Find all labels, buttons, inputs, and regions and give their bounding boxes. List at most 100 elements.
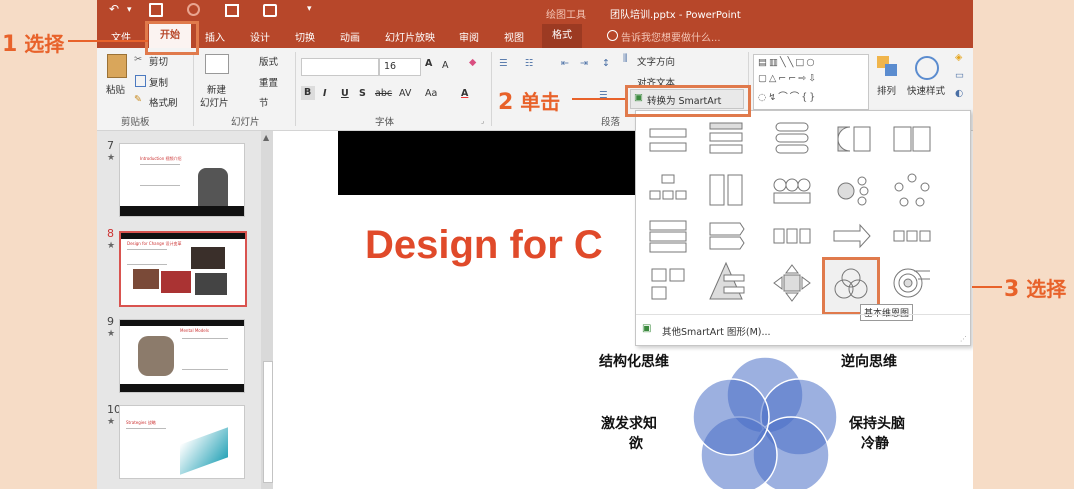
cut-button[interactable]: 剪切 [149,54,168,68]
smartart-stacked-list[interactable] [772,121,812,155]
shape-outline-icon[interactable]: ▭ [955,70,964,81]
italic-icon[interactable]: I [323,88,327,99]
venn-label-ml-2[interactable]: 欲 [629,433,643,453]
copy-button[interactable]: 复制 [149,75,168,89]
copy-icon[interactable] [135,75,146,87]
callout-2-text: 单击 [520,90,561,114]
smartart-table-list[interactable] [706,173,746,207]
decrease-indent-icon[interactable]: ⇤ [561,58,569,69]
smartart-trapezoid-list[interactable] [832,121,872,155]
font-size-combo[interactable]: 16 [379,58,421,76]
smartart-picture-list[interactable] [772,173,812,207]
increase-indent-icon[interactable]: ⇥ [580,58,588,69]
slide-title[interactable]: Design for C [365,223,603,268]
slide-thumbnail-8[interactable]: Design for Change 设计变革 [119,231,247,307]
start-from-beginning-icon[interactable] [225,4,239,17]
venn-label-tl[interactable]: 结构化思维 [599,351,669,371]
smartart-basic-timeline[interactable] [892,219,932,253]
font-name-combo[interactable] [301,58,379,76]
format-painter-button[interactable]: 格式刷 [149,95,178,109]
shapes-gallery[interactable]: ▤▥╲╲□○ ▢△⌐⌐⇨⇩ ◌↯⌒⌒{} [753,54,869,110]
more-smartart-button[interactable]: 其他SmartArt 图形(M)... [662,324,771,338]
redo-icon[interactable] [187,3,200,16]
tab-review[interactable]: 审阅 [459,29,479,44]
format-painter-icon[interactable]: ✎ [134,94,142,105]
venn-label-ml[interactable]: 激发求知 [601,413,657,433]
text-direction-button[interactable]: 文字方向 [637,54,675,68]
smartart-picture-grid[interactable] [648,267,688,301]
shape-effects-icon[interactable]: ◐ [955,88,963,99]
venn-label-tr[interactable]: 逆向思维 [841,351,897,371]
customize-toolbar-icon[interactable]: ▾ [307,4,312,14]
line-spacing-icon[interactable]: ↕ [602,58,610,69]
section-button[interactable]: 节 [259,95,269,109]
paste-label[interactable]: 粘贴 [106,82,125,96]
smartart-vertical-bullet-list[interactable] [706,121,746,155]
smartart-horizontal-bullet-list[interactable] [892,123,932,157]
bullets-icon[interactable]: ☰ [499,58,508,69]
underline-icon[interactable]: U [341,88,349,99]
tab-view[interactable]: 视图 [504,29,524,44]
clear-formatting-icon[interactable]: ◆ [469,57,476,68]
bold-icon[interactable]: B [301,86,315,100]
clipboard-group-label: 剪贴板 [121,117,150,128]
new-slide-label[interactable]: 新建 [207,82,226,96]
smartart-pyramid[interactable] [706,261,746,301]
venn-label-mr[interactable]: 保持头脑 [849,413,905,433]
slide-number: 7 [107,139,114,152]
shrink-font-icon[interactable]: A [442,60,449,71]
strikethrough-icon[interactable]: abc [375,88,392,99]
paste-icon[interactable] [107,54,127,78]
smartart-target[interactable] [892,265,932,299]
smartart-process[interactable] [772,219,812,253]
cut-icon[interactable]: ✂ [134,54,142,65]
smartart-chevron-list[interactable] [648,219,688,253]
venn-diagram[interactable] [673,347,857,489]
thumbnail-scrollbar[interactable]: ▲ [261,131,273,489]
undo-icon[interactable]: ↶ [109,2,119,16]
smartart-basic-block-list[interactable] [648,123,688,157]
tab-transitions[interactable]: 切换 [295,29,315,44]
tell-me-search[interactable]: 告诉我您想要做什么... [621,29,721,44]
smartart-hierarchy[interactable] [648,173,688,207]
tab-format[interactable]: 格式 [542,24,582,48]
slide-thumbnail-10[interactable]: Strategies 战略 [119,405,245,479]
quick-styles-icon[interactable] [915,56,939,80]
arrange-button[interactable]: 排列 [877,83,896,97]
tab-animations[interactable]: 动画 [340,29,360,44]
shape-fill-icon[interactable]: ◈ [955,52,962,63]
reset-button[interactable]: 重置 [259,75,278,89]
numbering-icon[interactable]: ☷ [525,58,534,69]
smartart-basic-cycle[interactable] [892,173,932,207]
touch-mode-icon[interactable] [263,4,277,17]
save-icon[interactable] [149,3,163,17]
new-slide-label-2[interactable]: 幻灯片 [200,95,229,109]
slide-number: 9 [107,315,114,328]
dropdown-arrow-icon[interactable]: ▾ [127,5,132,15]
smartart-arrow-process[interactable] [832,219,872,253]
smartart-radial-list[interactable] [832,173,872,207]
tab-slideshow[interactable]: 幻灯片放映 [385,29,435,44]
font-color-icon[interactable]: A [461,88,468,99]
shapes-row-2: ▢△⌐⌐⇨⇩ [758,73,819,84]
tab-design[interactable]: 设计 [250,29,270,44]
quick-styles-button[interactable]: 快速样式 [907,83,945,97]
smartart-vertical-arrow-list[interactable] [706,219,746,253]
venn-label-mr-2[interactable]: 冷静 [861,433,889,453]
smartart-matrix[interactable] [772,263,812,303]
layout-button[interactable]: 版式 [259,54,278,68]
resize-grip-icon[interactable]: ⋰ [960,335,967,343]
new-slide-icon[interactable] [205,54,229,74]
scrollbar-thumb[interactable] [263,361,273,483]
character-spacing-icon[interactable]: AV [399,88,411,99]
tab-insert[interactable]: 插入 [205,29,225,44]
grow-font-icon[interactable]: A [425,58,432,69]
shadow-icon[interactable]: S [359,88,366,99]
text-direction-icon[interactable]: ⫼ [623,53,627,64]
thumb-text-lines [140,164,180,186]
slide-thumbnail-7[interactable]: Introduction 视频介绍 [119,143,245,217]
scroll-up-icon[interactable]: ▲ [263,133,269,142]
change-case-button[interactable]: Aa [425,88,437,99]
slide-thumbnail-9[interactable]: Mental Models [119,319,245,393]
dialog-launcher-icon[interactable]: ⌟ [481,117,484,125]
